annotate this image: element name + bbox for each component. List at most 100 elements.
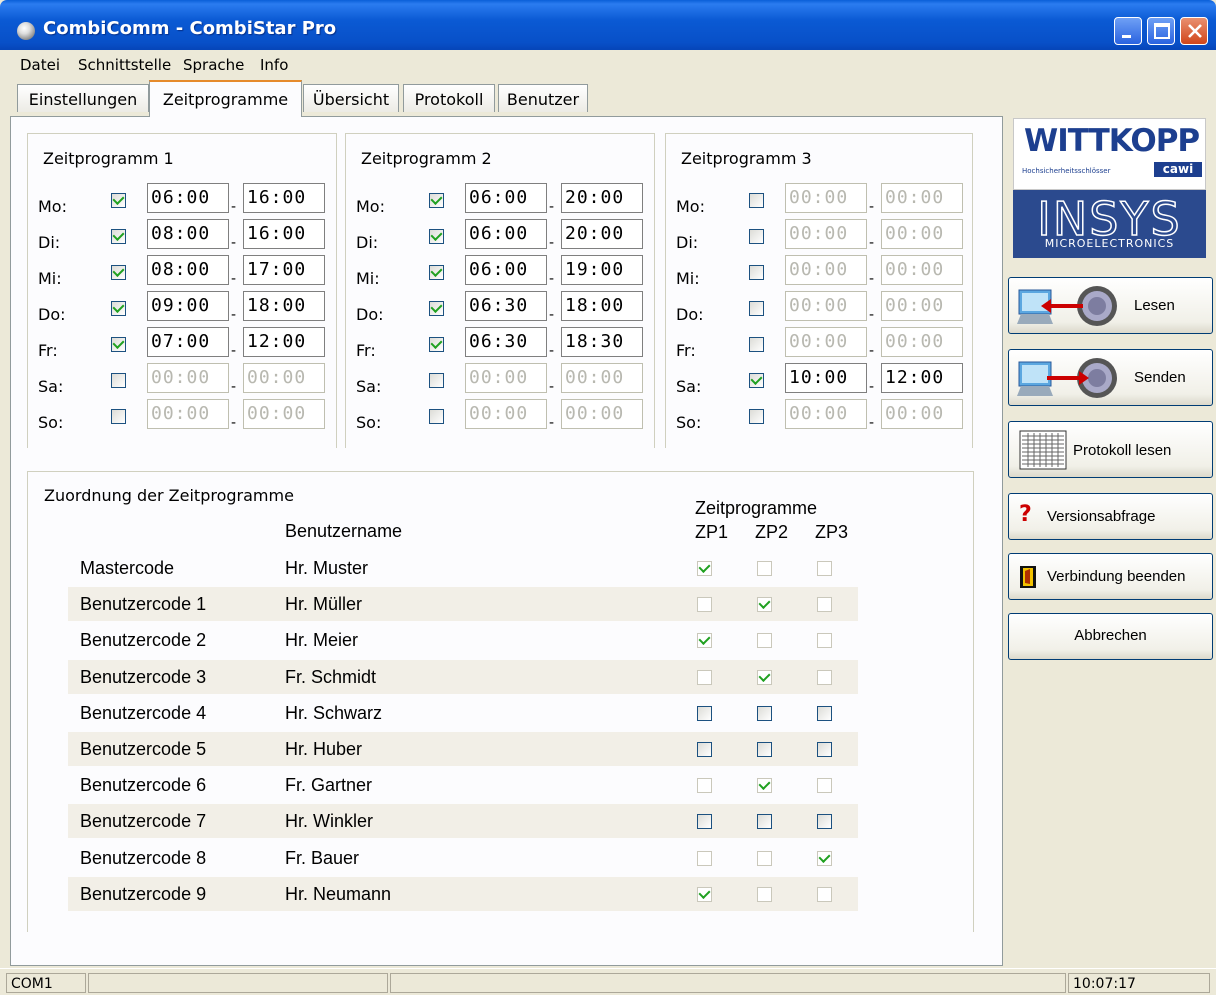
time-from-field[interactable]: 06:00 bbox=[465, 255, 547, 285]
day-enable-checkbox[interactable] bbox=[429, 337, 444, 352]
time-from-field[interactable]: 10:00 bbox=[785, 363, 867, 393]
zp2-checkbox[interactable] bbox=[757, 850, 772, 866]
tab-einstellungen[interactable]: Einstellungen bbox=[17, 84, 149, 112]
title-bar[interactable]: CombiComm - CombiStar Pro bbox=[0, 0, 1216, 50]
time-to-field[interactable]: 00:00 bbox=[881, 219, 963, 249]
zp1-checkbox[interactable] bbox=[697, 850, 712, 866]
time-to-field[interactable]: 18:00 bbox=[561, 291, 643, 321]
time-from-field[interactable]: 06:30 bbox=[465, 291, 547, 321]
day-enable-checkbox[interactable] bbox=[749, 229, 764, 244]
time-from-field[interactable]: 06:00 bbox=[465, 183, 547, 213]
time-from-field[interactable]: 08:00 bbox=[147, 219, 229, 249]
time-from-field[interactable]: 00:00 bbox=[785, 255, 867, 285]
tab-benutzer[interactable]: Benutzer bbox=[498, 84, 588, 112]
app-icon[interactable] bbox=[17, 22, 35, 40]
time-from-field[interactable]: 00:00 bbox=[785, 183, 867, 213]
day-enable-checkbox[interactable] bbox=[749, 265, 764, 280]
day-enable-checkbox[interactable] bbox=[749, 193, 764, 208]
zp2-checkbox[interactable] bbox=[757, 633, 772, 649]
maximize-button[interactable] bbox=[1147, 17, 1175, 45]
time-to-field[interactable]: 16:00 bbox=[243, 183, 325, 213]
day-enable-checkbox[interactable] bbox=[429, 409, 444, 424]
day-enable-checkbox[interactable] bbox=[111, 337, 126, 352]
time-from-field[interactable]: 00:00 bbox=[785, 327, 867, 357]
zp2-checkbox[interactable] bbox=[757, 886, 772, 902]
day-enable-checkbox[interactable] bbox=[111, 301, 126, 316]
day-enable-checkbox[interactable] bbox=[111, 229, 126, 244]
zp3-checkbox[interactable] bbox=[817, 597, 832, 613]
day-enable-checkbox[interactable] bbox=[749, 409, 764, 424]
zp1-checkbox[interactable] bbox=[697, 814, 712, 830]
zp3-checkbox[interactable] bbox=[817, 778, 832, 794]
zp2-checkbox[interactable] bbox=[757, 705, 772, 721]
zp3-checkbox[interactable] bbox=[817, 850, 832, 866]
zp3-checkbox[interactable] bbox=[817, 814, 832, 830]
lesen-button[interactable]: Lesen bbox=[1008, 277, 1213, 334]
menu-schnittstelle[interactable]: Schnittstelle bbox=[78, 56, 171, 74]
tab-zeitprogramme[interactable]: Zeitprogramme bbox=[149, 80, 302, 117]
zp1-checkbox[interactable] bbox=[697, 778, 712, 794]
day-enable-checkbox[interactable] bbox=[429, 373, 444, 388]
day-enable-checkbox[interactable] bbox=[749, 301, 764, 316]
zp1-checkbox[interactable] bbox=[697, 705, 712, 721]
time-from-field[interactable]: 00:00 bbox=[147, 363, 229, 393]
time-from-field[interactable]: 00:00 bbox=[147, 399, 229, 429]
time-to-field[interactable]: 00:00 bbox=[881, 255, 963, 285]
minimize-button[interactable] bbox=[1114, 17, 1142, 45]
day-enable-checkbox[interactable] bbox=[749, 337, 764, 352]
time-to-field[interactable]: 16:00 bbox=[243, 219, 325, 249]
time-to-field[interactable]: 17:00 bbox=[243, 255, 325, 285]
day-enable-checkbox[interactable] bbox=[429, 229, 444, 244]
zp2-checkbox[interactable] bbox=[757, 669, 772, 685]
zp3-checkbox[interactable] bbox=[817, 742, 832, 757]
zp1-checkbox[interactable] bbox=[697, 669, 712, 685]
zp3-checkbox[interactable] bbox=[817, 705, 832, 721]
zp1-checkbox[interactable] bbox=[697, 742, 712, 757]
time-to-field[interactable]: 00:00 bbox=[881, 327, 963, 357]
time-from-field[interactable]: 06:30 bbox=[465, 327, 547, 357]
abbrechen-button[interactable]: Abbrechen bbox=[1008, 613, 1213, 660]
time-to-field[interactable]: 19:00 bbox=[561, 255, 643, 285]
time-to-field[interactable]: 00:00 bbox=[881, 399, 963, 429]
senden-button[interactable]: Senden bbox=[1008, 349, 1213, 406]
time-from-field[interactable]: 09:00 bbox=[147, 291, 229, 321]
time-to-field[interactable]: 00:00 bbox=[561, 363, 643, 393]
menu-datei[interactable]: Datei bbox=[20, 56, 60, 74]
protokoll-lesen-button[interactable]: Protokoll lesen bbox=[1008, 421, 1213, 478]
zp1-checkbox[interactable] bbox=[697, 561, 712, 576]
zp2-checkbox[interactable] bbox=[757, 561, 772, 576]
time-from-field[interactable]: 08:00 bbox=[147, 255, 229, 285]
day-enable-checkbox[interactable] bbox=[111, 193, 126, 208]
day-enable-checkbox[interactable] bbox=[749, 373, 764, 388]
zp3-checkbox[interactable] bbox=[817, 633, 832, 649]
zp2-checkbox[interactable] bbox=[757, 814, 772, 830]
day-enable-checkbox[interactable] bbox=[429, 193, 444, 208]
day-enable-checkbox[interactable] bbox=[429, 301, 444, 316]
time-to-field[interactable]: 00:00 bbox=[243, 363, 325, 393]
time-from-field[interactable]: 06:00 bbox=[147, 183, 229, 213]
time-from-field[interactable]: 00:00 bbox=[465, 399, 547, 429]
zp3-checkbox[interactable] bbox=[817, 886, 832, 902]
zp3-checkbox[interactable] bbox=[817, 669, 832, 685]
zp3-checkbox[interactable] bbox=[817, 561, 832, 576]
verbindung-beenden-button[interactable]: Verbindung beenden bbox=[1008, 553, 1213, 600]
time-to-field[interactable]: 12:00 bbox=[881, 363, 963, 393]
time-to-field[interactable]: 20:00 bbox=[561, 183, 643, 213]
zp2-checkbox[interactable] bbox=[757, 778, 772, 794]
close-button[interactable] bbox=[1180, 17, 1208, 45]
time-to-field[interactable]: 00:00 bbox=[561, 399, 643, 429]
zp2-checkbox[interactable] bbox=[757, 597, 772, 613]
zp2-checkbox[interactable] bbox=[757, 742, 772, 757]
day-enable-checkbox[interactable] bbox=[111, 373, 126, 388]
time-from-field[interactable]: 00:00 bbox=[465, 363, 547, 393]
time-to-field[interactable]: 20:00 bbox=[561, 219, 643, 249]
tab-uebersicht[interactable]: Übersicht bbox=[303, 84, 399, 112]
time-from-field[interactable]: 00:00 bbox=[785, 399, 867, 429]
time-to-field[interactable]: 18:30 bbox=[561, 327, 643, 357]
time-from-field[interactable]: 00:00 bbox=[785, 291, 867, 321]
day-enable-checkbox[interactable] bbox=[429, 265, 444, 280]
time-to-field[interactable]: 12:00 bbox=[243, 327, 325, 357]
zp1-checkbox[interactable] bbox=[697, 597, 712, 613]
menu-info[interactable]: Info bbox=[260, 56, 288, 74]
time-to-field[interactable]: 00:00 bbox=[243, 399, 325, 429]
